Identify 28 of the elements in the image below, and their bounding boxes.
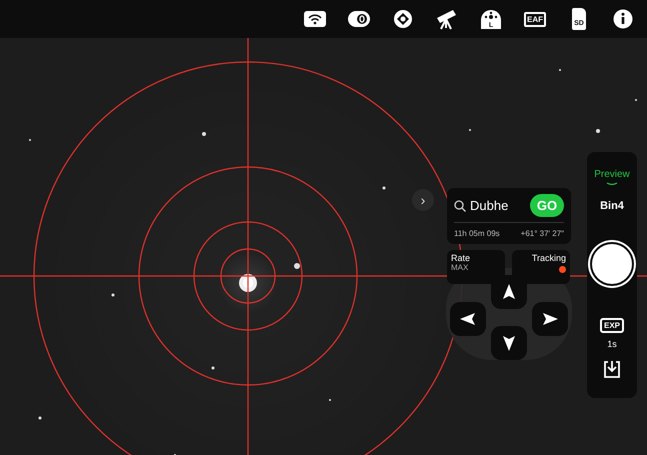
shutter-button[interactable]: [592, 244, 632, 284]
rate-value: MAX: [451, 263, 470, 272]
expand-button[interactable]: ›: [412, 189, 434, 211]
arrow-left-button[interactable]: [450, 302, 486, 336]
arrow-left-icon: [460, 310, 476, 328]
crosshair-target-icon[interactable]: [391, 7, 415, 31]
binning-text[interactable]: Bin4: [600, 200, 624, 212]
telescope-icon[interactable]: [435, 7, 459, 31]
chevron-down-icon[interactable]: [606, 182, 618, 186]
arrow-up-button[interactable]: [491, 275, 527, 309]
target-name[interactable]: Dubhe: [470, 198, 526, 213]
exposure-badge[interactable]: EXP: [600, 318, 624, 333]
arrow-up-icon: [501, 283, 517, 301]
arrow-down-icon: [501, 334, 517, 352]
arrow-right-button[interactable]: [532, 302, 568, 336]
search-icon: [454, 200, 466, 212]
right-ascension-text: 11h 05m 09s: [454, 229, 500, 238]
arrow-down-button[interactable]: [491, 326, 527, 360]
rate-label: Rate: [451, 253, 472, 263]
rate-card[interactable]: Rate MAX: [447, 250, 505, 284]
declination-text: +61° 37′ 27″: [520, 229, 564, 238]
preview-mode-tab[interactable]: Preview: [594, 169, 630, 180]
info-icon[interactable]: [611, 7, 635, 31]
tracking-label: Tracking: [530, 253, 566, 263]
arrow-right-icon: [542, 310, 558, 328]
download-icon[interactable]: [602, 359, 622, 379]
exposure-value: 1s: [607, 339, 617, 349]
tracking-card[interactable]: Tracking: [512, 250, 570, 284]
